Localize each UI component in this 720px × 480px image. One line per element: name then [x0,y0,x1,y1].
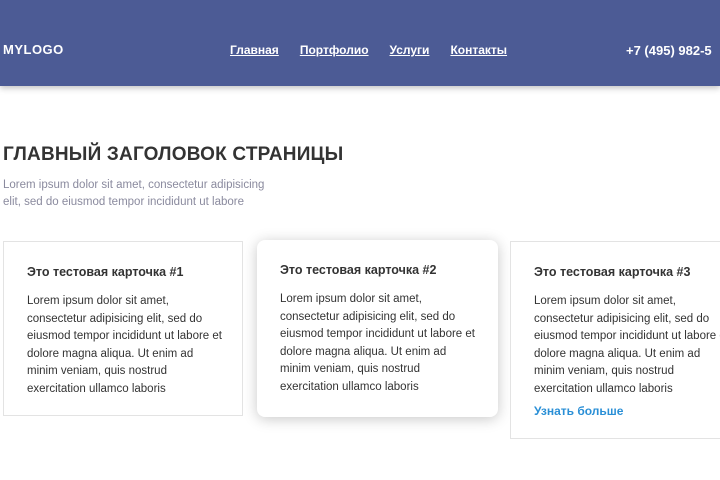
phone-number[interactable]: +7 (495) 982-5 [626,43,712,58]
nav-link-home[interactable]: Главная [230,43,279,57]
page-title: ГЛАВНЫЙ ЗАГОЛОВОК СТРАНИЦЫ [3,144,344,165]
card-title: Это тестовая карточка #2 [280,263,437,277]
nav-link-portfolio[interactable]: Портфолио [300,43,369,57]
learn-more-link[interactable]: Узнать больше [534,404,623,418]
card-title: Это тестовая карточка #1 [27,265,184,279]
nav-link-contacts[interactable]: Контакты [450,43,507,57]
card-text: Lorem ipsum dolor sit amet, consectetur … [27,295,222,395]
main-nav: Главная Портфолио Услуги Контакты [230,43,507,57]
nav-link-services[interactable]: Услуги [390,43,430,57]
site-header: MYLOGO Главная Портфолио Услуги Контакты… [0,0,720,86]
card-3: Это тестовая карточка #3 Lorem ipsum dol… [510,241,720,439]
card-text: Lorem ipsum dolor sit amet, consectetur … [280,293,475,393]
site-logo[interactable]: MYLOGO [3,42,64,57]
card-title: Это тестовая карточка #3 [534,265,691,279]
card-1: Это тестовая карточка #1 Lorem ipsum dol… [3,241,243,416]
page-lead-text: Lorem ipsum dolor sit amet, consectetur … [3,179,265,208]
card-2: Это тестовая карточка #2 Lorem ipsum dol… [257,240,498,417]
card-text: Lorem ipsum dolor sit amet, consectetur … [534,295,720,395]
page: MYLOGO Главная Портфолио Услуги Контакты… [0,0,720,480]
